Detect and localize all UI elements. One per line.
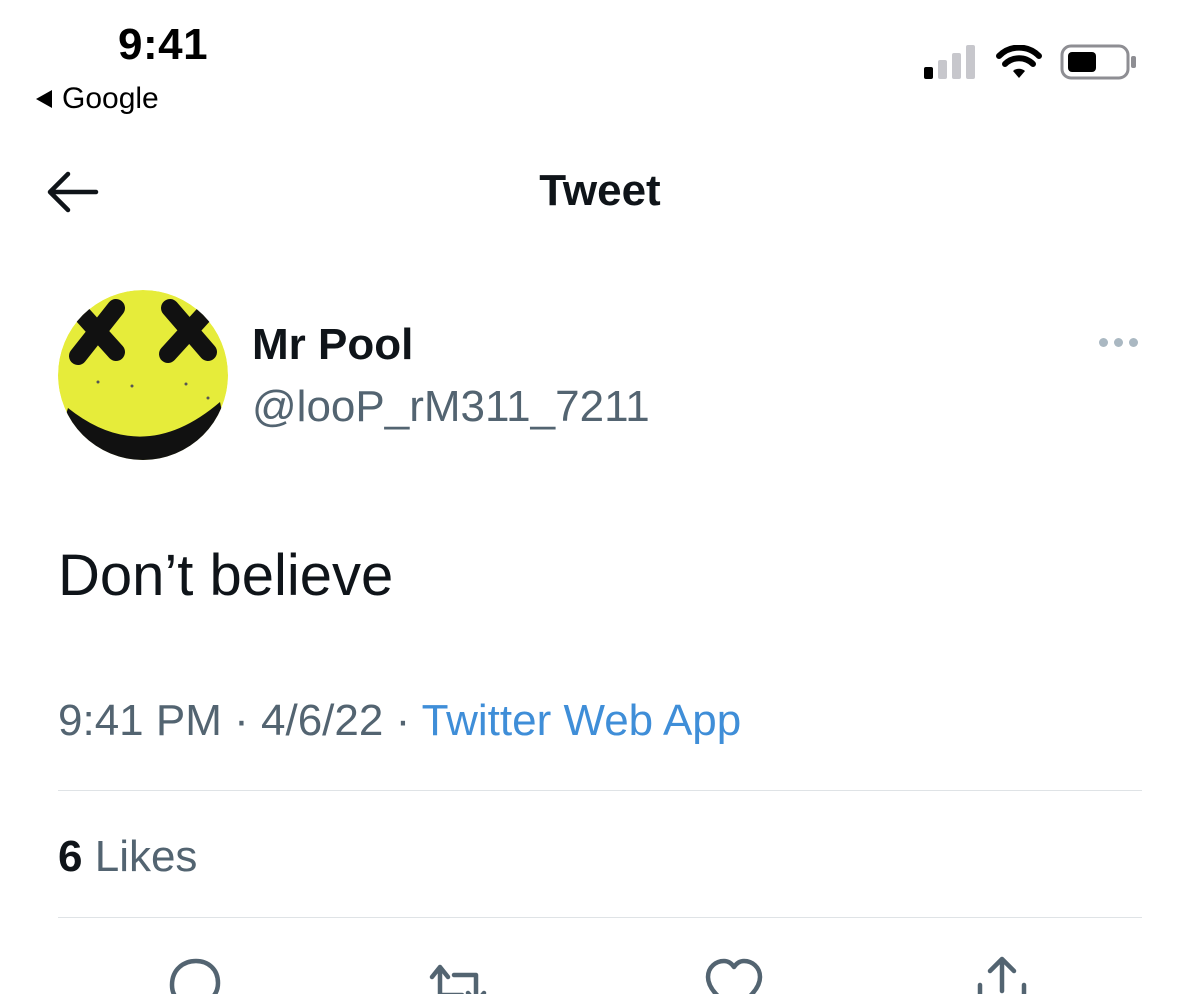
reply-button[interactable] <box>162 955 226 994</box>
retweet-icon <box>429 964 487 994</box>
author-handle[interactable]: @looP_rM311_7211 <box>252 382 650 432</box>
page-title: Tweet <box>539 166 661 215</box>
tweet-time: 9:41 PM <box>58 696 222 745</box>
like-icon <box>705 958 763 994</box>
meta-separator: · <box>395 696 411 745</box>
status-icons <box>924 44 1138 80</box>
cellular-signal-icon <box>924 45 975 79</box>
battery-icon <box>1060 44 1136 80</box>
back-to-app-link[interactable]: Google <box>36 82 159 116</box>
tweet-source-link[interactable]: Twitter Web App <box>422 696 742 745</box>
author-name[interactable]: Mr Pool <box>252 320 413 370</box>
more-dot-icon <box>1099 338 1108 347</box>
share-button[interactable] <box>970 955 1034 994</box>
more-dot-icon <box>1129 338 1138 347</box>
like-button[interactable] <box>702 955 766 994</box>
more-dot-icon <box>1114 338 1123 347</box>
share-icon <box>977 956 1027 994</box>
avatar[interactable] <box>58 290 228 460</box>
tweet-date: 4/6/22 <box>261 696 384 745</box>
likes-count: 6 <box>58 832 83 881</box>
tweet-meta: 9:41 PM · 4/6/22 · Twitter Web App <box>58 696 741 746</box>
tweet-detail-screen: 9:41 Google Tweet Mr Pool @looP_rM311_72… <box>0 0 1200 994</box>
divider <box>58 790 1142 791</box>
status-time: 9:41 <box>118 20 209 69</box>
likes-count-link[interactable]: 6 Likes <box>58 832 197 882</box>
wifi-icon <box>996 45 1042 78</box>
back-triangle-icon <box>36 90 52 108</box>
divider <box>58 917 1142 918</box>
tweet-action-bar <box>0 955 1200 994</box>
likes-label: Likes <box>94 832 198 881</box>
more-options-button[interactable] <box>1099 338 1138 347</box>
smiley-avatar-image <box>58 290 228 460</box>
retweet-button[interactable] <box>426 955 490 994</box>
meta-separator: · <box>234 696 249 745</box>
back-app-label: Google <box>62 82 159 115</box>
reply-icon <box>169 958 221 994</box>
tweet-text: Don’t believe <box>58 543 394 608</box>
